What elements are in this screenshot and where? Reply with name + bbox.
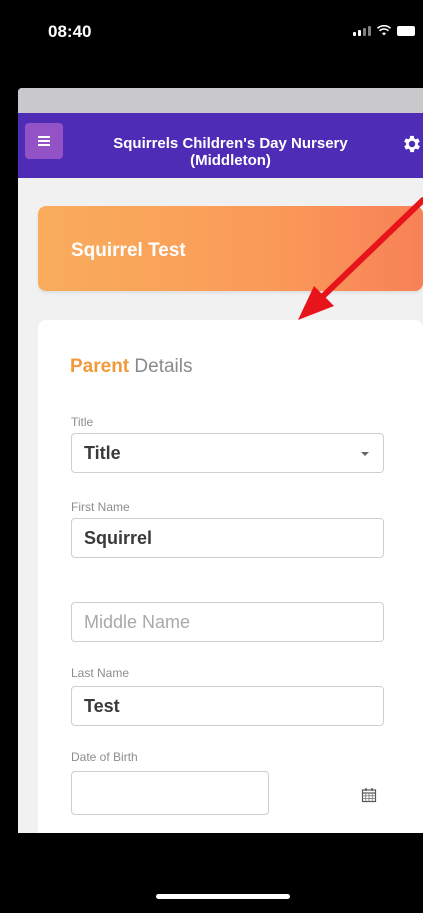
- phone-screen: 08:40 Squirrels Children's Day Nursery (…: [0, 0, 423, 913]
- first-name-label: First Name: [71, 500, 130, 514]
- last-name-field[interactable]: Test: [71, 686, 384, 726]
- section-title-rest: Details: [134, 356, 193, 377]
- title-select[interactable]: Title: [71, 433, 384, 473]
- dob-label: Date of Birth: [71, 750, 138, 764]
- top-strip: [18, 88, 423, 113]
- app-header: Squirrels Children's Day Nursery (Middle…: [18, 113, 423, 178]
- middle-name-field[interactable]: Middle Name: [71, 602, 384, 642]
- status-icons: [353, 24, 415, 36]
- first-name-value: Squirrel: [84, 527, 153, 548]
- nursery-title: Squirrels Children's Day Nursery (Middle…: [113, 135, 348, 169]
- last-name-label: Last Name: [71, 666, 130, 680]
- title-label: Title: [71, 415, 94, 429]
- home-indicator[interactable]: [156, 894, 290, 899]
- app-window: Squirrels Children's Day Nursery (Middle…: [18, 88, 423, 833]
- title-select-value: Title: [84, 442, 121, 463]
- child-banner[interactable]: Squirrel Test: [38, 206, 423, 291]
- battery-icon: [397, 26, 415, 36]
- wifi-icon: [377, 25, 391, 36]
- section-title-accent: Parent: [70, 356, 130, 377]
- hamburger-menu-icon: [38, 134, 50, 148]
- dob-field[interactable]: [71, 771, 269, 815]
- calendar-icon[interactable]: [361, 787, 377, 803]
- middle-name-placeholder: Middle Name: [84, 611, 191, 632]
- signal-icon: [353, 24, 371, 36]
- child-name: Squirrel Test: [71, 240, 186, 261]
- chevron-down-icon: [361, 452, 369, 456]
- content-area[interactable]: Squirrel Test Parent Details Title Title…: [18, 178, 423, 833]
- status-time: 08:40: [48, 22, 92, 41]
- gear-icon[interactable]: [401, 133, 423, 155]
- menu-button[interactable]: [25, 123, 63, 159]
- parent-details-card: Parent Details Title Title First Name Sq…: [38, 320, 423, 833]
- section-title: Parent Details: [70, 356, 193, 378]
- last-name-value: Test: [84, 695, 120, 716]
- first-name-field[interactable]: Squirrel: [71, 518, 384, 558]
